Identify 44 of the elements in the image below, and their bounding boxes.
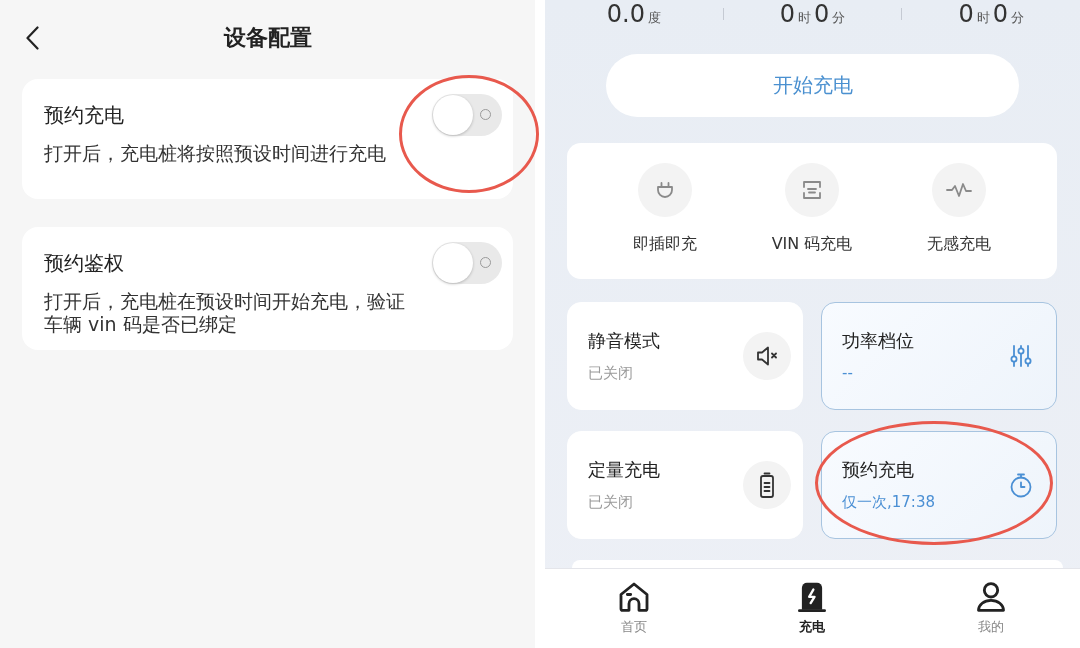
battery-icon bbox=[743, 461, 791, 509]
back-button[interactable] bbox=[24, 24, 41, 52]
chevron-left-icon bbox=[26, 26, 39, 50]
stat-unit: 时 bbox=[798, 10, 811, 26]
quick-action[interactable]: VIN 码充电 bbox=[771, 163, 853, 255]
charger-icon bbox=[797, 582, 828, 612]
feature-status: 已关闭 bbox=[588, 363, 633, 383]
stat-value: 0 bbox=[992, 0, 1008, 28]
quick-action[interactable]: 无感充电 bbox=[927, 163, 992, 255]
feature-title: 功率档位 bbox=[842, 329, 914, 353]
feature-card[interactable]: 静音模式 已关闭 bbox=[567, 302, 803, 410]
setting-title: 预约充电 bbox=[44, 102, 125, 128]
person-icon bbox=[975, 582, 1006, 612]
stat-unit: 度 bbox=[647, 10, 661, 26]
quick-action[interactable]: 即插即充 bbox=[632, 163, 697, 255]
tab[interactable]: 充电 bbox=[791, 582, 834, 636]
stat-value: 0 bbox=[958, 0, 974, 28]
stat-unit: 时 bbox=[976, 10, 990, 26]
speaker-muted-icon bbox=[743, 332, 791, 380]
feature-status: 仅一次,17:38 bbox=[842, 492, 935, 512]
page-title: 设备配置 bbox=[222, 24, 313, 52]
feature-title: 预约充电 bbox=[842, 458, 914, 482]
feature-card[interactable]: 功率档位 -- bbox=[821, 302, 1057, 410]
setting-description: 打开后，充电桩在预设时间开始充电，验证车辆 vin 码是否已绑定 bbox=[44, 290, 406, 336]
scan-frame-icon bbox=[785, 163, 839, 217]
stat-value: 0.0 bbox=[606, 0, 645, 28]
home-icon bbox=[619, 582, 650, 612]
pulse-wave-icon bbox=[932, 163, 987, 217]
stat-value: 0 bbox=[814, 0, 830, 28]
tab[interactable]: 我的 bbox=[969, 582, 1012, 636]
stat-unit: 分 bbox=[832, 10, 846, 26]
feature-status: 已关闭 bbox=[588, 492, 633, 512]
tab[interactable]: 首页 bbox=[613, 582, 656, 636]
toggle-switch[interactable] bbox=[432, 94, 502, 136]
setting-title: 预约鉴权 bbox=[44, 250, 125, 276]
feature-status: -- bbox=[842, 363, 853, 383]
stat-value: 0 bbox=[779, 0, 795, 28]
feature-title: 定量充电 bbox=[588, 458, 660, 482]
feature-title: 静音模式 bbox=[588, 329, 660, 353]
toggle-switch[interactable] bbox=[432, 242, 502, 284]
feature-card[interactable]: 定量充电 已关闭 bbox=[567, 431, 803, 539]
setting-description: 打开后，充电桩将按照预设时间进行充电 bbox=[44, 142, 387, 165]
stat-unit: 分 bbox=[1010, 10, 1024, 26]
plug-icon bbox=[637, 163, 692, 217]
